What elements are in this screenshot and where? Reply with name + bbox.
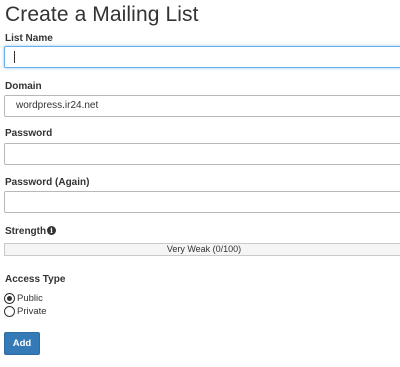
password-strength-meter: Very Weak (0/100) bbox=[4, 243, 400, 256]
password-again-label: Password (Again) bbox=[5, 177, 90, 188]
private-radio[interactable] bbox=[4, 306, 15, 317]
strength-label: Strength bbox=[5, 226, 47, 237]
domain-value: wordpress.ir24.net bbox=[16, 100, 99, 111]
list-name-label: List Name bbox=[5, 33, 53, 44]
strength-text: Very Weak (0/100) bbox=[166, 244, 242, 254]
password-label: Password bbox=[5, 128, 53, 139]
public-radio-label: Public bbox=[17, 293, 43, 304]
create-mailing-list-page: Create a Mailing List List Name Domain w… bbox=[0, 0, 400, 367]
access-type-label: Access Type bbox=[5, 274, 66, 285]
access-type-public-option[interactable]: Public bbox=[4, 292, 43, 305]
domain-label: Domain bbox=[5, 81, 42, 92]
private-radio-label: Private bbox=[17, 306, 47, 317]
list-name-input[interactable] bbox=[4, 46, 400, 68]
access-type-private-option[interactable]: Private bbox=[4, 305, 47, 318]
info-icon[interactable]: i bbox=[47, 226, 56, 235]
page-title: Create a Mailing List bbox=[5, 3, 199, 26]
password-input[interactable] bbox=[4, 143, 400, 165]
text-caret bbox=[14, 51, 15, 63]
public-radio[interactable] bbox=[4, 293, 15, 304]
add-button[interactable]: Add bbox=[4, 332, 40, 355]
password-again-input[interactable] bbox=[4, 191, 400, 213]
domain-select[interactable]: wordpress.ir24.net bbox=[4, 95, 400, 117]
